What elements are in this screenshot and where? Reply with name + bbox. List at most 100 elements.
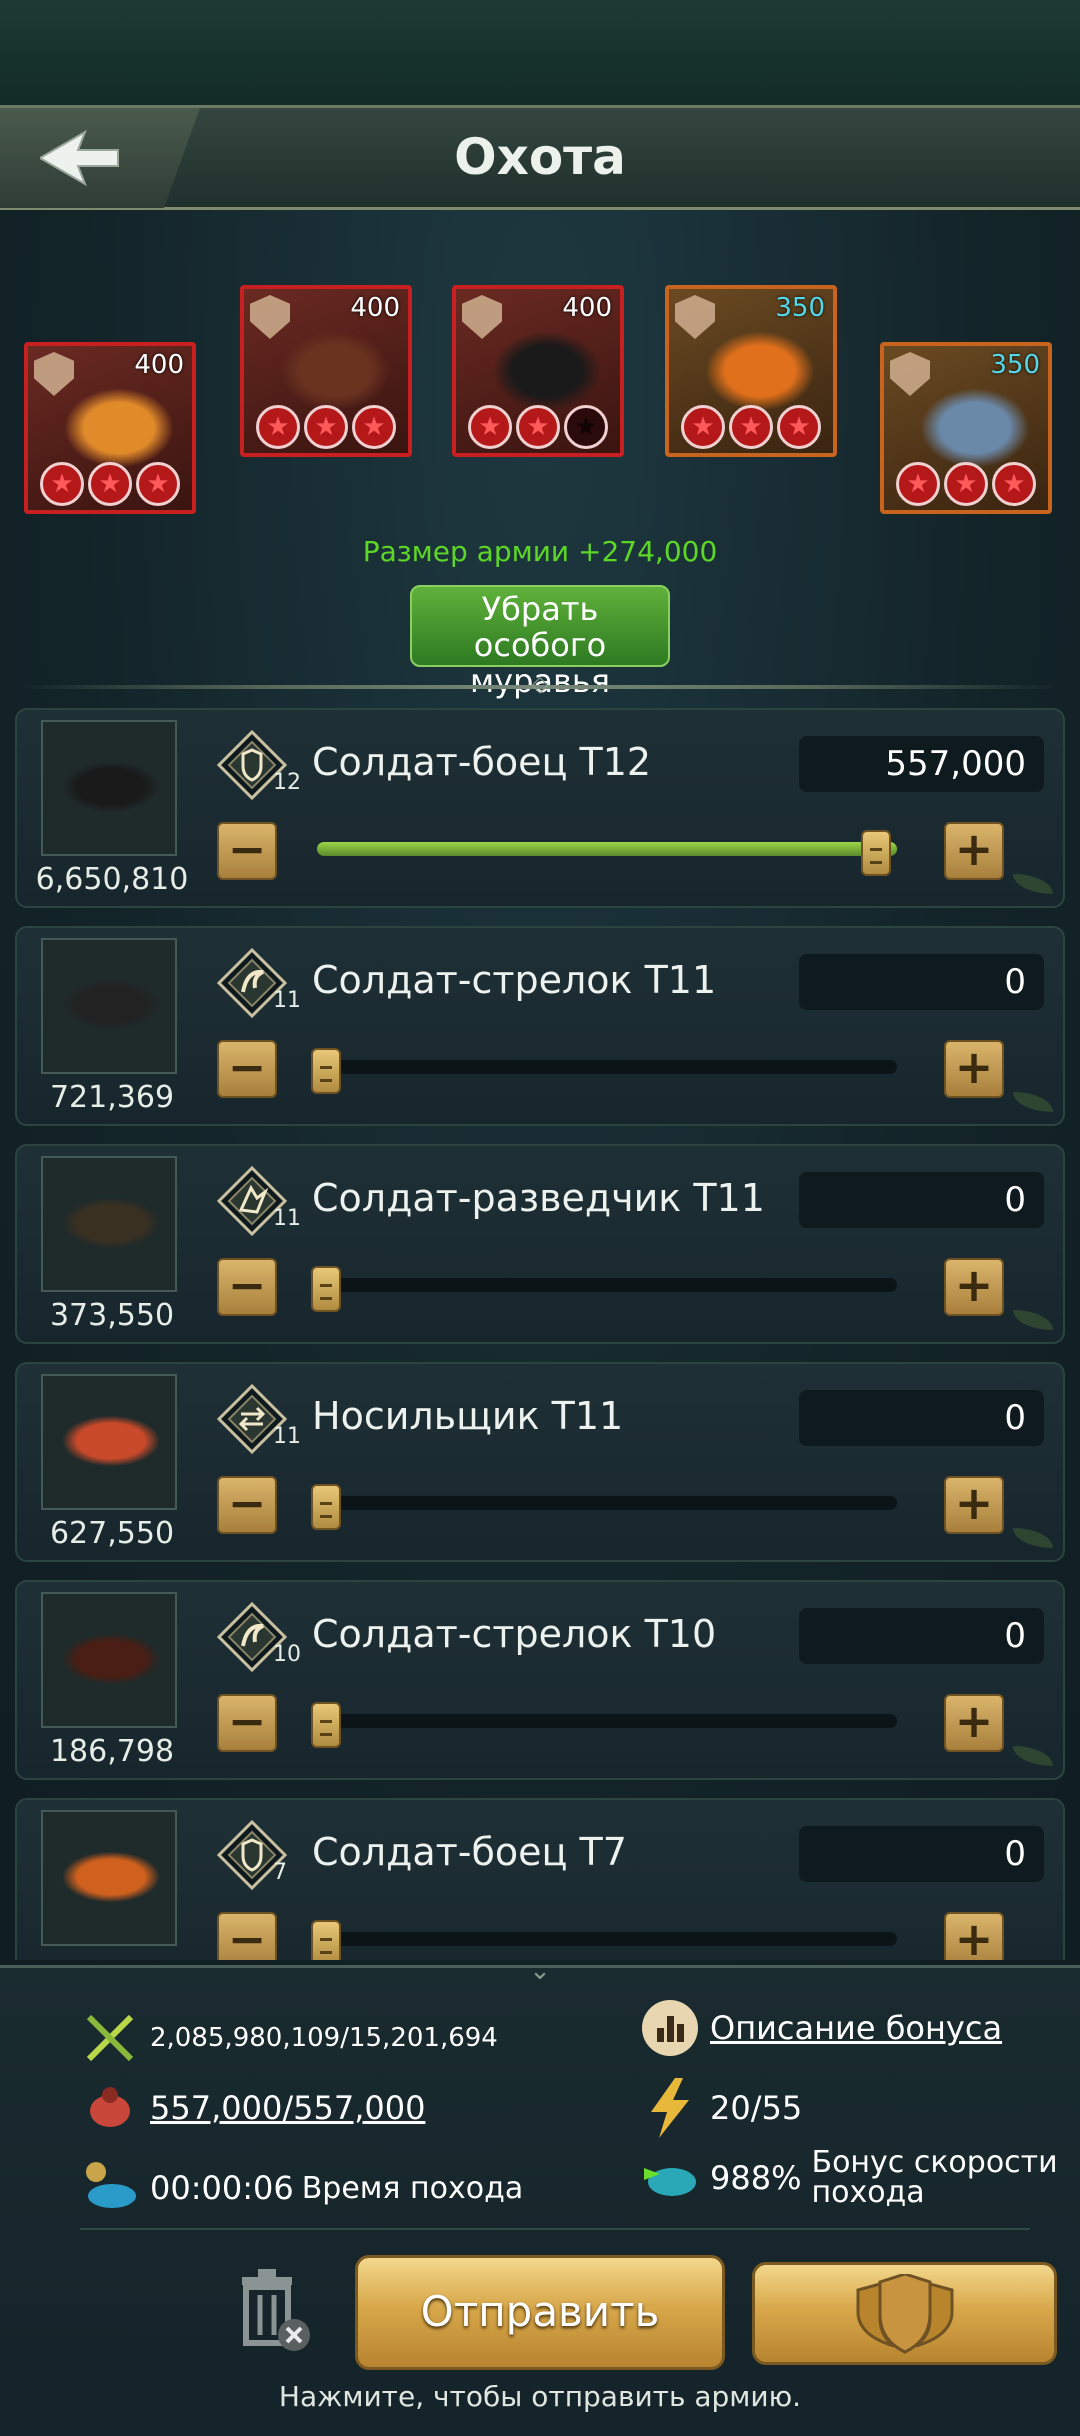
decrease-button[interactable]: −	[217, 1912, 277, 1960]
star-filled-icon: ★	[516, 405, 560, 449]
troop-available-count: 6,650,810	[35, 862, 189, 897]
troop-row: 6,650,810 12 Солдат-боец Т12 557,000 − +	[15, 708, 1065, 908]
troop-quantity-input[interactable]: 0	[799, 1390, 1044, 1446]
special-ant-level: 350	[990, 350, 1040, 380]
troop-tier: 10	[273, 1642, 301, 1667]
slider-fill	[317, 842, 897, 856]
slider-handle[interactable]	[311, 1048, 341, 1094]
troop-row: 7 Солдат-боец Т7 0 − +	[15, 1798, 1065, 1960]
troop-ant-image	[41, 1810, 177, 1946]
remove-special-ant-button[interactable]: Убрать особого муравья	[410, 585, 670, 699]
power-value: 2,085,980,109/15,201,694	[150, 2023, 498, 2053]
troop-list[interactable]: 6,650,810 12 Солдат-боец Т12 557,000 − +721,3…	[0, 708, 1080, 1960]
slider-handle[interactable]	[311, 1920, 341, 1960]
troop-ant-image	[41, 938, 177, 1074]
troop-tier: 11	[273, 1424, 301, 1449]
header-bar: Охота	[0, 105, 1080, 210]
star-rating: ★ ★ ★	[884, 462, 1048, 506]
troop-quantity-input[interactable]: 557,000	[799, 736, 1044, 792]
increase-button[interactable]: +	[944, 1258, 1004, 1316]
troop-row: 186,798 10 Солдат-стрелок Т10 0 − +	[15, 1580, 1065, 1780]
slider-handle[interactable]	[861, 830, 891, 876]
decrease-button[interactable]: −	[217, 822, 277, 880]
special-ant-image	[705, 331, 815, 411]
special-ant-image	[64, 388, 174, 468]
slider-handle[interactable]	[311, 1702, 341, 1748]
special-ant-image	[280, 331, 390, 411]
increase-button[interactable]: +	[944, 1476, 1004, 1534]
carrier-ant-icon	[80, 2078, 140, 2138]
special-ant-level: 400	[134, 350, 184, 380]
troop-tier: 12	[273, 770, 301, 795]
troop-quantity-slider[interactable]	[311, 1048, 897, 1094]
ant-silhouette	[63, 1416, 159, 1466]
dismiss-army-button[interactable]	[228, 2265, 318, 2355]
troop-quantity-slider[interactable]	[311, 1484, 897, 1530]
decrease-button[interactable]: −	[217, 1040, 277, 1098]
bonus-description-link[interactable]: Описание бонуса	[710, 2009, 1002, 2047]
stamina-stat: 20 /55	[640, 2078, 802, 2138]
troop-row: 627,550 11 Носильщик Т11 0 − +	[15, 1362, 1065, 1562]
star-filled-icon: ★	[729, 405, 773, 449]
leaf-decoration	[1013, 1310, 1053, 1330]
troop-available-count: 627,550	[49, 1516, 175, 1551]
troop-name: Солдат-боец Т7	[312, 1830, 627, 1874]
star-filled-icon: ★	[88, 462, 132, 506]
increase-button[interactable]: +	[944, 1912, 1004, 1960]
star-filled-icon: ★	[944, 462, 988, 506]
special-ant-card[interactable]: 350 ★ ★ ★	[665, 285, 837, 457]
special-ant-level: 350	[775, 293, 825, 323]
troop-ant-image	[41, 1156, 177, 1292]
special-ant-card[interactable]: 400 ★ ★ ★	[452, 285, 624, 457]
load-value[interactable]: 557,000/557,000	[150, 2089, 425, 2127]
ant-silhouette	[63, 980, 159, 1030]
star-filled-icon: ★	[136, 462, 180, 506]
increase-button[interactable]: +	[944, 1694, 1004, 1752]
star-filled-icon: ★	[304, 405, 348, 449]
increase-button[interactable]: +	[944, 1040, 1004, 1098]
decrease-button[interactable]: −	[217, 1476, 277, 1534]
collapse-chevron-icon[interactable]: ⌄	[520, 1958, 560, 1984]
special-ant-level: 400	[350, 293, 400, 323]
troop-available-count: 186,798	[49, 1734, 175, 1769]
star-filled-icon: ★	[352, 405, 396, 449]
ant-silhouette	[63, 1852, 159, 1902]
decrease-button[interactable]: −	[217, 1258, 277, 1316]
troop-name: Солдат-стрелок Т11	[312, 958, 717, 1002]
claw-icon	[250, 295, 290, 339]
star-rating: ★ ★ ★	[244, 405, 408, 449]
send-army-button[interactable]: Отправить	[355, 2255, 725, 2370]
troop-quantity-input[interactable]: 0	[799, 1826, 1044, 1882]
troop-name: Солдат-разведчик Т11	[312, 1176, 765, 1220]
special-ant-card[interactable]: 400 ★ ★ ★	[240, 285, 412, 457]
troop-name: Солдат-боец Т12	[312, 740, 652, 784]
star-filled-icon: ★	[40, 462, 84, 506]
main-panel: 400 ★ ★ ★ 400 ★ ★ ★ 400 ★ ★ ★ 350 ★ ★ ★ 350 ★ ★ ★ Размер ар…	[0, 210, 1080, 1965]
decrease-button[interactable]: −	[217, 1694, 277, 1752]
troop-available-count: 373,550	[49, 1298, 175, 1333]
special-ant-card[interactable]: 350 ★ ★ ★	[880, 342, 1052, 514]
speed-bonus-stat: 988% Бонус скорости похода	[640, 2148, 1061, 2208]
top-decoration	[0, 0, 1080, 110]
special-ant-card[interactable]: 400 ★ ★ ★	[24, 342, 196, 514]
star-filled-icon: ★	[256, 405, 300, 449]
defense-shield-icon	[462, 295, 502, 339]
load-stat[interactable]: 557,000/557,000	[80, 2078, 425, 2138]
troop-quantity-slider[interactable]	[311, 1920, 897, 1960]
lightning-icon	[640, 2078, 700, 2138]
increase-button[interactable]: +	[944, 822, 1004, 880]
bonus-description-stat[interactable]: Описание бонуса	[640, 1998, 1002, 2058]
star-rating: ★ ★ ★	[456, 405, 620, 449]
slider-handle[interactable]	[311, 1484, 341, 1530]
troop-quantity-slider[interactable]	[311, 1266, 897, 1312]
troop-quantity-input[interactable]: 0	[799, 1172, 1044, 1228]
troop-quantity-input[interactable]: 0	[799, 1608, 1044, 1664]
troop-quantity-slider[interactable]	[311, 1702, 897, 1748]
star-filled-icon: ★	[468, 405, 512, 449]
special-ant-image	[920, 388, 1030, 468]
star-empty-icon: ★	[564, 405, 608, 449]
slider-handle[interactable]	[311, 1266, 341, 1312]
troop-quantity-input[interactable]: 0	[799, 954, 1044, 1010]
formation-button[interactable]	[752, 2262, 1057, 2365]
troop-quantity-slider[interactable]	[317, 830, 897, 876]
